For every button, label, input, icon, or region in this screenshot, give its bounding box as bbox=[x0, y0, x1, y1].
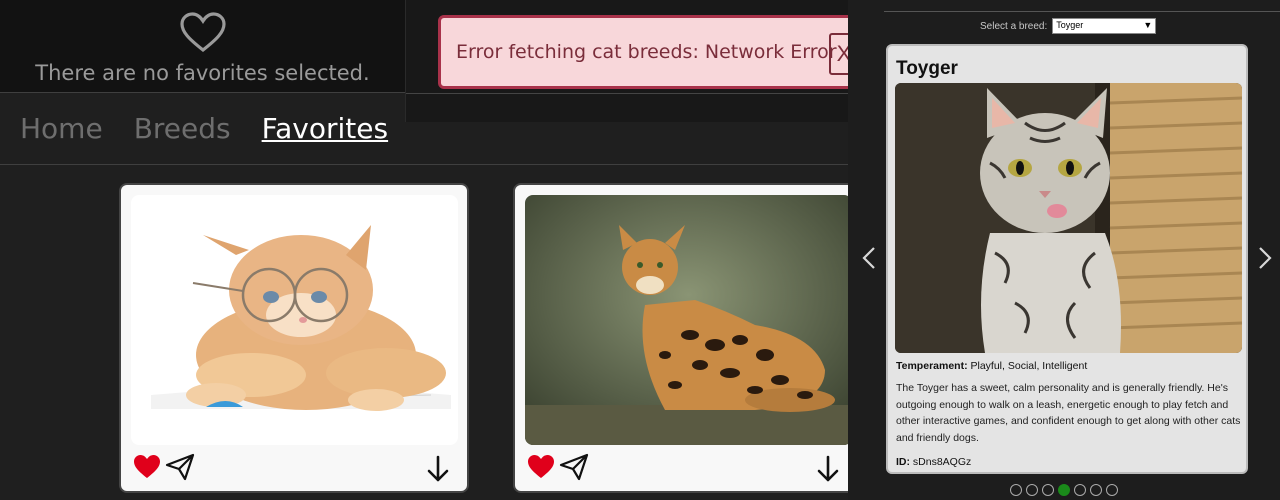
breed-selector: Select a breed: Toyger ▼ bbox=[980, 18, 1157, 34]
chevron-left-icon[interactable] bbox=[862, 246, 876, 270]
divider bbox=[406, 93, 886, 94]
chevron-down-icon: ▼ bbox=[1143, 20, 1153, 30]
send-icon[interactable] bbox=[559, 453, 589, 481]
chevron-right-icon[interactable] bbox=[1258, 246, 1272, 270]
empty-favorites-text: There are no favorites selected. bbox=[35, 61, 370, 85]
heart-filled-icon[interactable] bbox=[133, 453, 161, 481]
carousel-dot[interactable] bbox=[1074, 484, 1086, 496]
carousel-dot[interactable] bbox=[1010, 484, 1022, 496]
temperament-value: Playful, Social, Intelligent bbox=[970, 360, 1088, 372]
download-icon[interactable] bbox=[817, 455, 839, 483]
breed-select-label: Select a breed: bbox=[980, 20, 1048, 32]
nav-favorites[interactable]: Favorites bbox=[262, 112, 388, 145]
temperament: Temperament: Playful, Social, Intelligen… bbox=[896, 360, 1087, 372]
error-message: Error fetching cat breeds: Network Error bbox=[456, 41, 837, 63]
carousel-dot[interactable] bbox=[1042, 484, 1054, 496]
cat-card bbox=[119, 183, 469, 493]
card-actions bbox=[133, 453, 455, 483]
cat-image[interactable] bbox=[525, 195, 852, 445]
favorites-empty-state: There are no favorites selected. bbox=[0, 0, 405, 92]
download-icon[interactable] bbox=[427, 455, 449, 483]
carousel-dot[interactable] bbox=[1026, 484, 1038, 496]
error-toast: Error fetching cat breeds: Network Error… bbox=[438, 15, 876, 89]
breed-id: ID: sDns8AQGz bbox=[896, 456, 971, 468]
card-actions bbox=[527, 453, 859, 483]
breed-image bbox=[895, 83, 1242, 353]
breed-name: Toyger bbox=[896, 58, 958, 79]
breed-card: Toyger Temperament: Playful, Social, Int… bbox=[886, 44, 1248, 474]
carousel-dot-active[interactable] bbox=[1058, 484, 1070, 496]
breed-id-label: ID: bbox=[896, 456, 910, 468]
divider bbox=[884, 11, 1280, 12]
breed-select-value: Toyger bbox=[1056, 20, 1084, 30]
carousel-dot[interactable] bbox=[1106, 484, 1118, 496]
breed-panel: Select a breed: Toyger ▼ Toyger Temperam… bbox=[848, 0, 1280, 500]
send-icon[interactable] bbox=[165, 453, 195, 481]
heart-outline-icon bbox=[179, 12, 226, 53]
breed-description: The Toyger has a sweet, calm personality… bbox=[896, 382, 1241, 444]
carousel-dots bbox=[1010, 484, 1118, 496]
temperament-label: Temperament: bbox=[896, 360, 968, 372]
carousel-dot[interactable] bbox=[1090, 484, 1102, 496]
breed-id-value: sDns8AQGz bbox=[912, 456, 972, 468]
cat-card bbox=[513, 183, 873, 493]
breed-select[interactable]: Toyger ▼ bbox=[1052, 18, 1157, 34]
nav-breeds[interactable]: Breeds bbox=[134, 112, 231, 145]
main-nav: Home Breeds Favorites bbox=[20, 112, 388, 145]
divider bbox=[0, 164, 848, 165]
heart-filled-icon[interactable] bbox=[527, 453, 555, 481]
cat-image[interactable] bbox=[131, 195, 458, 445]
nav-home[interactable]: Home bbox=[20, 112, 103, 145]
